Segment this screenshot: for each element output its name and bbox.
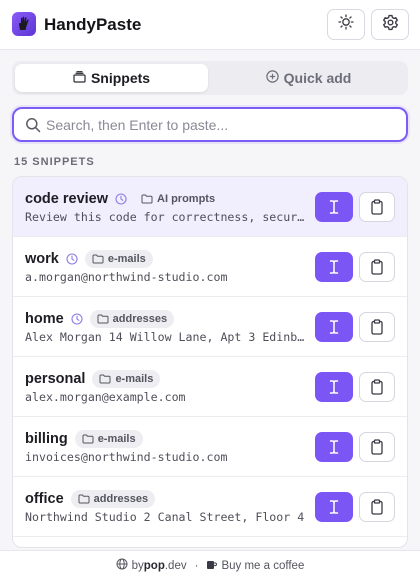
snippets-icon: [73, 70, 86, 86]
app-header: HandyPaste: [0, 0, 420, 50]
search-input[interactable]: [46, 112, 396, 138]
snippet-row[interactable]: billing e-mails invoices@northwind-studio.…: [13, 417, 407, 477]
snippet-tag-label: addresses: [93, 493, 149, 505]
footer: bypop.dev · Buy me a coffee: [0, 550, 420, 580]
coffee-label: Buy me a coffee: [221, 559, 305, 572]
mode-tabs: Snippets Quick add: [12, 61, 408, 95]
text-cursor-icon: [328, 319, 340, 335]
folder-icon: [82, 434, 94, 444]
snippet-header: office addresses: [25, 490, 156, 508]
folder-icon: [78, 494, 90, 504]
snippet-tag-label: e-mails: [107, 253, 146, 265]
copy-snippet-button[interactable]: [359, 372, 395, 402]
insert-snippet-button[interactable]: [315, 252, 353, 282]
tab-snippets[interactable]: Snippets: [15, 64, 208, 92]
snippet-header: code review AI prompts: [25, 190, 222, 208]
insert-snippet-button[interactable]: [315, 492, 353, 522]
brand-suffix: .dev: [164, 559, 187, 572]
folder-icon: [92, 254, 104, 264]
snippet-header: work e-mails: [25, 250, 153, 268]
app-title: HandyPaste: [44, 15, 142, 34]
insert-snippet-button[interactable]: [315, 432, 353, 462]
snippet-preview: a.morgan@northwind-studio.com: [25, 270, 228, 284]
snippet-header: home addresses: [25, 310, 175, 328]
clipboard-icon: [370, 259, 384, 275]
coffee-link[interactable]: Buy me a coffee: [206, 559, 304, 573]
snippet-tag-label: e-mails: [115, 373, 154, 385]
brand-link[interactable]: bypop.dev: [116, 558, 187, 573]
clipboard-icon: [370, 199, 384, 215]
globe-icon: [116, 558, 128, 573]
text-cursor-icon: [328, 439, 340, 455]
snippet-preview: alex.morgan@example.com: [25, 390, 186, 404]
hand-logo-icon: [12, 12, 36, 36]
snippet-preview: Alex Morgan 14 Willow Lane, Apt 3 Edinbu…: [25, 330, 305, 344]
snippet-name: office: [25, 491, 64, 507]
snippet-tag-label: AI prompts: [157, 193, 216, 205]
snippet-preview: invoices@northwind-studio.com: [25, 450, 228, 464]
snippet-name: personal: [25, 371, 86, 387]
snippet-name: home: [25, 311, 64, 327]
snippet-list: code review AI prompts Review this code fo…: [12, 176, 408, 548]
snippet-preview: Northwind Studio 2 Canal Street, Floor 4: [25, 510, 305, 524]
copy-snippet-button[interactable]: [359, 492, 395, 522]
settings-button[interactable]: [371, 9, 409, 40]
clipboard-icon: [370, 319, 384, 335]
snippet-tag[interactable]: e-mails: [74, 430, 143, 448]
search-icon: [25, 117, 41, 138]
tab-snippets-label: Snippets: [90, 70, 151, 86]
snippet-name: code review: [25, 191, 109, 207]
tab-quick-add-label: Quick add: [283, 70, 352, 86]
clock-icon: [66, 253, 78, 265]
text-cursor-icon: [328, 499, 340, 515]
copy-snippet-button[interactable]: [359, 312, 395, 342]
insert-snippet-button[interactable]: [315, 192, 353, 222]
insert-snippet-button[interactable]: [315, 312, 353, 342]
clipboard-icon: [370, 439, 384, 455]
folder-icon: [141, 194, 153, 204]
plus-circle-icon: [265, 70, 279, 86]
snippet-row[interactable]: work e-mails a.morgan@northwind-studio.com: [13, 237, 407, 297]
clock-icon: [115, 193, 127, 205]
folder-icon: [97, 314, 109, 324]
snippet-tag[interactable]: e-mails: [92, 370, 161, 388]
text-cursor-icon: [328, 199, 340, 215]
sun-icon: [338, 14, 354, 35]
snippet-tag-label: e-mails: [97, 433, 136, 445]
copy-snippet-button[interactable]: [359, 252, 395, 282]
text-cursor-icon: [328, 259, 340, 275]
snippet-row[interactable]: office addresses Northwind Studio 2 Canal …: [13, 477, 407, 537]
snippet-tag[interactable]: AI prompts: [134, 190, 222, 208]
search-box: [12, 107, 408, 142]
copy-snippet-button[interactable]: [359, 432, 395, 462]
snippet-name: work: [25, 251, 59, 267]
gear-icon: [382, 14, 399, 36]
copy-snippet-button[interactable]: [359, 192, 395, 222]
folder-icon: [99, 374, 111, 384]
snippet-header: personal e-mails: [25, 370, 161, 388]
snippet-tag[interactable]: addresses: [89, 310, 175, 328]
snippet-row[interactable]: personal e-mails alex.morgan@example.com: [13, 357, 407, 417]
snippet-row[interactable]: code review AI prompts Review this code fo…: [13, 177, 407, 237]
tab-quick-add[interactable]: Quick add: [212, 64, 405, 92]
clipboard-icon: [370, 379, 384, 395]
theme-toggle-button[interactable]: [327, 9, 365, 40]
brand-strong: pop: [143, 559, 165, 572]
footer-separator: ·: [194, 559, 199, 572]
snippet-tag[interactable]: addresses: [70, 490, 156, 508]
snippet-count: 15 SNIPPETS: [14, 156, 95, 168]
clock-icon: [71, 313, 83, 325]
snippet-preview: Review this code for correctness, securi…: [25, 210, 305, 224]
snippet-tag[interactable]: e-mails: [84, 250, 153, 268]
coffee-icon: [206, 559, 218, 573]
snippet-tag-label: addresses: [112, 313, 168, 325]
text-cursor-icon: [328, 379, 340, 395]
insert-snippet-button[interactable]: [315, 372, 353, 402]
snippet-header: billing e-mails: [25, 430, 143, 448]
clipboard-icon: [370, 499, 384, 515]
snippet-name: billing: [25, 431, 68, 447]
brand-prefix: by: [131, 559, 144, 572]
snippet-row[interactable]: home addresses Alex Morgan 14 Willow Lane,…: [13, 297, 407, 357]
